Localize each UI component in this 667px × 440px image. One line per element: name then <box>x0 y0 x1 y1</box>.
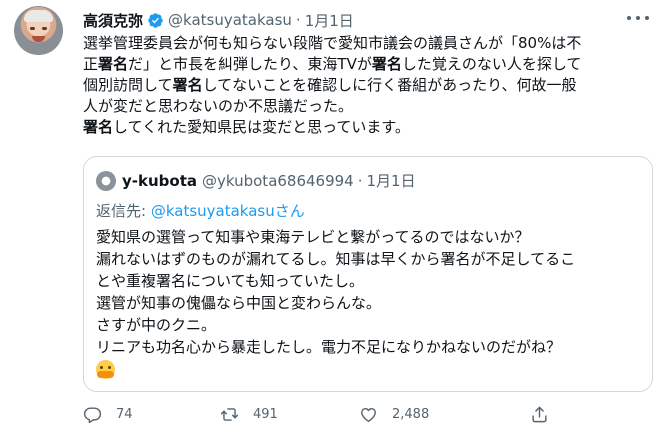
highlighted-keyword: 署名 <box>172 76 203 94</box>
header-separator: · <box>295 11 301 29</box>
quoted-tweet-text: 愛知県の選管って知事や東海テレビと繋がってるのではないか？ 漏れないはずのものが… <box>96 226 646 380</box>
highlighted-keyword: 署名 <box>83 118 114 136</box>
quoted-author-avatar[interactable] <box>96 170 116 191</box>
quoted-text-line: 愛知県の選管って知事や東海テレビと繋がってるのではないか？ <box>96 228 530 246</box>
avatar-eye-right <box>42 27 47 30</box>
avatar-eye-left <box>30 27 35 30</box>
retweet-icon <box>220 407 239 421</box>
reply-button[interactable]: 74 <box>83 401 133 427</box>
reply-count: 74 <box>116 406 133 422</box>
quoted-text-line: リニアも功名心から暴走したし。電力不足になりかねないのだがね？ <box>96 338 562 356</box>
avatar-hair <box>24 10 53 22</box>
share-button[interactable] <box>530 401 563 427</box>
heart-icon <box>361 407 376 422</box>
tweet-text: 選挙管理委員会が何も知らない段階で愛知市議会の議員さんが「80%は不 正署名だ」… <box>83 33 653 138</box>
reply-context: 返信先: @katsuyatakasuさん <box>96 200 305 221</box>
tweet-timestamp[interactable]: 1月1日 <box>305 10 354 31</box>
highlighted-keyword: 署名 <box>98 55 129 73</box>
reply-prefix: 返信先: <box>96 202 151 220</box>
more-horizontal-icon[interactable] <box>627 10 649 26</box>
author-display-name[interactable]: 高須克弥 <box>83 10 143 31</box>
quoted-text-line: 漏れないはずのものが漏れてるし。知事は早くから署名が不足してるこ <box>96 250 576 268</box>
retweet-count: 491 <box>253 406 278 422</box>
quoted-author-name: y-kubota <box>122 171 197 190</box>
highlighted-keyword: 署名 <box>371 55 402 73</box>
verified-badge-icon <box>148 12 163 28</box>
quoted-tweet-header: y-kubota @ykubota68646994 · 1月1日 <box>96 170 416 191</box>
hugging-face-emoji-icon <box>96 360 115 379</box>
like-count: 2,488 <box>392 406 430 422</box>
like-button[interactable]: 2,488 <box>359 401 429 427</box>
tweet-text-line: 選挙管理委員会が何も知らない段階で愛知市議会の議員さんが「80%は不 <box>83 34 582 52</box>
retweet-button[interactable]: 491 <box>220 401 278 427</box>
tweet-header: 高須克弥 @katsuyatakasu · 1月1日 <box>83 9 354 31</box>
quoted-author-handle: @ykubota68646994 <box>202 171 354 190</box>
quoted-tweet[interactable]: y-kubota @ykubota68646994 · 1月1日 返信先: @k… <box>83 156 653 392</box>
tweet-text-line: 人が変だと思わないのか不思議だった。 <box>83 97 354 115</box>
tweet-actions: 74 491 2,488 <box>83 401 653 427</box>
author-avatar[interactable] <box>14 6 63 55</box>
reply-mention-link[interactable]: @katsuyatakasuさん <box>151 202 305 220</box>
quoted-text-line: 選管が知事の傀儡なら中国と変わらんな。 <box>96 294 382 312</box>
quoted-text-emoji-line <box>96 358 646 380</box>
tweet-text-line: 正署名だ」と市長を糾弾したり、東海TVが署名した覚えのない人を探して <box>83 55 582 73</box>
quoted-header-separator: · <box>357 171 363 190</box>
author-handle[interactable]: @katsuyatakasu <box>168 11 292 29</box>
share-icon <box>532 406 547 422</box>
reply-icon <box>83 406 102 423</box>
quoted-tweet-timestamp: 1月1日 <box>366 172 416 190</box>
avatar-mouth <box>32 36 45 42</box>
tweet-card[interactable]: 高須克弥 @katsuyatakasu · 1月1日 選挙管理委員会が何も知らな… <box>0 0 667 440</box>
quoted-text-line: とや重複署名についても知っていたし。 <box>96 272 365 290</box>
quoted-text-line: さすが中のクニ。 <box>96 316 217 334</box>
tweet-text-line: 個別訪問して署名してないことを確認しに行く番組があったり、何故一般 <box>83 76 577 94</box>
tweet-text-line: 署名してくれた愛知県民は変だと思っています。 <box>83 118 410 136</box>
